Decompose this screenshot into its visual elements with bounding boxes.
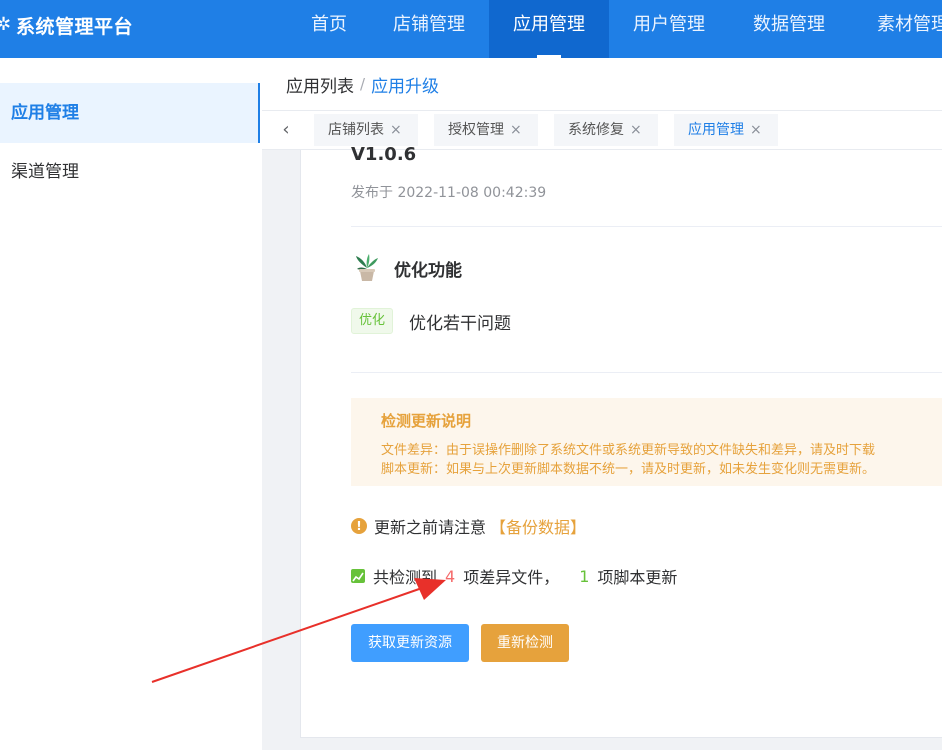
sidebar-item-channel-management[interactable]: 渠道管理 [0, 142, 260, 202]
tab-label: 应用管理 [688, 122, 744, 138]
breadcrumb-current: 应用升级 [371, 76, 440, 97]
top-header: ✲ 系统管理平台 首页 店铺管理 应用管理 用户管理 数据管理 素材管理 [0, 0, 942, 58]
notice-script-update-text: 脚本更新：如果与上次更新脚本数据不统一，请及时更新，如未发生变化则无需更新。 [381, 462, 876, 477]
version-number: V1.0.6 [351, 144, 417, 165]
nav-item-app-management[interactable]: 应用管理 [489, 0, 609, 58]
divider [351, 226, 942, 227]
feature-description: 优化若干问题 [409, 314, 511, 334]
diff-file-count: 4 [445, 566, 456, 586]
backup-data-link[interactable]: 【备份数据】 [490, 514, 586, 538]
breadcrumb-separator: / [360, 75, 366, 93]
close-icon[interactable]: × [390, 122, 402, 138]
tab-label: 店铺列表 [328, 122, 384, 138]
update-notice-alert: 检测更新说明 文件差异：由于误操作删除了系统文件或系统更新导致的文件缺失和差异，… [351, 398, 942, 486]
recheck-button[interactable]: 重新检测 [481, 624, 569, 662]
breadcrumb-parent[interactable]: 应用列表 [286, 72, 354, 97]
notice-file-diff-text: 文件差异：由于误操作删除了系统文件或系统更新导致的文件缺失和差异，请及时下载 [381, 443, 876, 458]
potted-plant-icon [356, 254, 378, 281]
nav-item-store-management[interactable]: 店铺管理 [369, 0, 489, 58]
backup-warning: ! 更新之前请注意 【备份数据】 [351, 514, 586, 538]
release-card: V1.0.6 发布于 2022-11-08 00:42:39 优化功能 优化 优… [300, 144, 942, 738]
tab-system-repair[interactable]: 系统修复 × [554, 114, 658, 146]
brand-title: 系统管理平台 [16, 15, 134, 38]
close-icon[interactable]: × [510, 122, 522, 138]
chevron-left-icon[interactable]: ‹ [276, 119, 296, 141]
script-update-count: 1 [579, 566, 590, 586]
warning-text: 更新之前请注意 [374, 518, 487, 537]
warning-icon: ! [351, 518, 367, 534]
trend-chart-icon [351, 569, 365, 583]
nav-item-user-management[interactable]: 用户管理 [609, 0, 729, 58]
brand[interactable]: ✲ 系统管理平台 [0, 0, 133, 50]
script-update-label: 项脚本更新 [597, 568, 678, 587]
sidebar-item-app-management[interactable]: 应用管理 [0, 83, 260, 143]
close-icon[interactable]: × [750, 122, 762, 138]
nav-item-material-management[interactable]: 素材管理 [849, 0, 942, 58]
publish-date: 发布于 2022-11-08 00:42:39 [351, 185, 547, 201]
tab-store-list[interactable]: 店铺列表 × [314, 114, 418, 146]
detection-summary: 共检测到 4 项差异文件， 1 项脚本更新 [351, 564, 677, 588]
optimize-tag: 优化 [351, 308, 394, 334]
top-nav: 首页 店铺管理 应用管理 用户管理 数据管理 素材管理 [289, 0, 942, 58]
tab-label: 授权管理 [448, 122, 504, 138]
nav-item-home[interactable]: 首页 [289, 0, 369, 58]
detection-prefix: 共检测到 [373, 568, 438, 587]
feature-title: 优化功能 [394, 261, 462, 281]
tab-app-management[interactable]: 应用管理 × [674, 114, 778, 146]
breadcrumb: 应用列表 / 应用升级 [262, 58, 942, 110]
fetch-update-resources-button[interactable]: 获取更新资源 [351, 624, 469, 662]
gear-icon: ✲ [0, 15, 10, 35]
divider [351, 372, 942, 373]
notice-title: 检测更新说明 [381, 412, 472, 430]
diff-file-label: 项差异文件， [463, 568, 560, 587]
nav-item-data-management[interactable]: 数据管理 [729, 0, 849, 58]
close-icon[interactable]: × [630, 122, 642, 138]
sidebar: 应用管理 渠道管理 [0, 58, 262, 750]
tab-authorization[interactable]: 授权管理 × [434, 114, 538, 146]
tab-label: 系统修复 [568, 122, 624, 138]
